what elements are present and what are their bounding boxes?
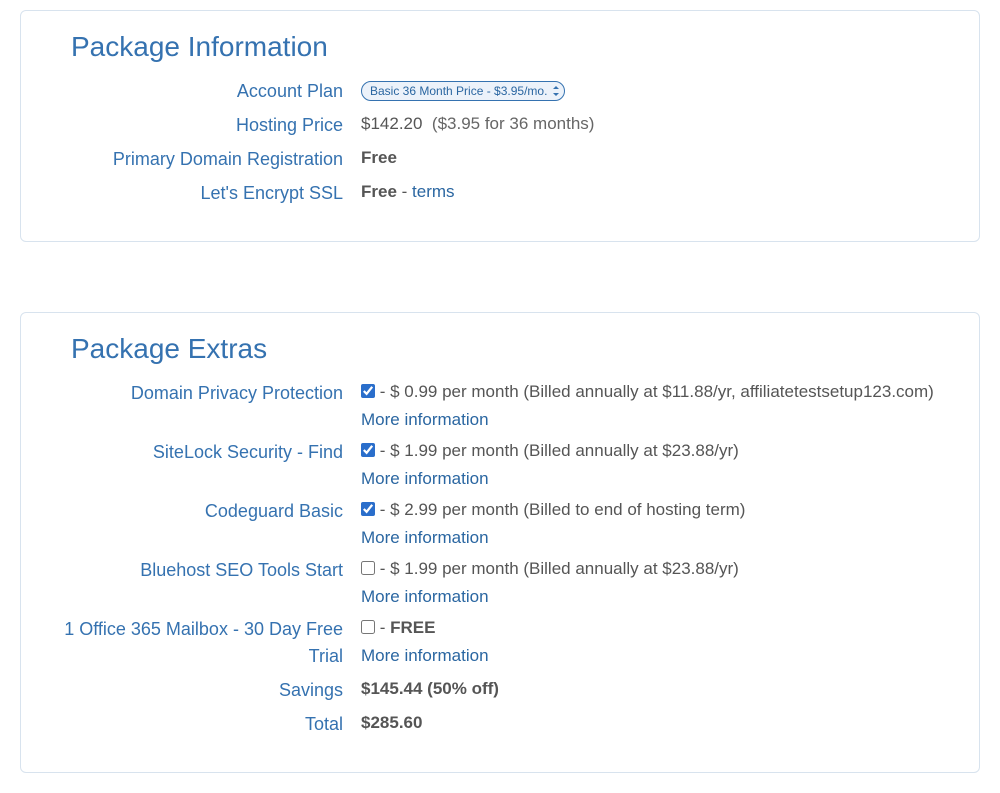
office365-checkbox[interactable] (361, 620, 375, 634)
domain-privacy-row: Domain Privacy Protection - $ 0.99 per m… (51, 379, 949, 432)
sitelock-label: SiteLock Security - Find (51, 438, 361, 466)
codeguard-checkbox[interactable] (361, 502, 375, 516)
sitelock-more-info-link[interactable]: More information (361, 466, 949, 492)
account-plan-row: Account Plan Basic 36 Month Price - $3.9… (51, 77, 949, 105)
savings-row: Savings $145.44 (50% off) (51, 676, 949, 704)
savings-value: $145.44 (50% off) (361, 679, 499, 698)
package-extras-panel: Package Extras Domain Privacy Protection… (20, 312, 980, 773)
domain-privacy-checkbox[interactable] (361, 384, 375, 398)
ssl-value: Free (361, 182, 397, 201)
hosting-price-detail: ($3.95 for 36 months) (432, 114, 595, 133)
seo-checkbox[interactable] (361, 561, 375, 575)
ssl-label: Let's Encrypt SSL (51, 179, 361, 207)
package-information-panel: Package Information Account Plan Basic 3… (20, 10, 980, 242)
office365-row: 1 Office 365 Mailbox - 30 Day Free Trial… (51, 615, 949, 670)
sitelock-checkbox[interactable] (361, 443, 375, 457)
seo-desc: - $ 1.99 per month (Billed annually at $… (380, 559, 739, 578)
ssl-terms-link[interactable]: terms (412, 182, 455, 201)
codeguard-label: Codeguard Basic (51, 497, 361, 525)
office365-free: FREE (390, 618, 435, 637)
account-plan-label: Account Plan (51, 77, 361, 105)
hosting-price-value: $142.20 (361, 114, 422, 133)
sitelock-desc: - $ 1.99 per month (Billed annually at $… (380, 441, 739, 460)
office365-dash: - (380, 618, 390, 637)
total-label: Total (51, 710, 361, 738)
ssl-sep: - (397, 182, 412, 201)
office365-more-info-link[interactable]: More information (361, 643, 949, 669)
domain-privacy-more-info-link[interactable]: More information (361, 407, 949, 433)
codeguard-row: Codeguard Basic - $ 2.99 per month (Bill… (51, 497, 949, 550)
seo-label: Bluehost SEO Tools Start (51, 556, 361, 584)
package-extras-title: Package Extras (51, 333, 949, 365)
primary-domain-label: Primary Domain Registration (51, 145, 361, 173)
hosting-price-label: Hosting Price (51, 111, 361, 139)
seo-more-info-link[interactable]: More information (361, 584, 949, 610)
package-information-title: Package Information (51, 31, 949, 63)
total-row: Total $285.60 (51, 710, 949, 738)
savings-label: Savings (51, 676, 361, 704)
account-plan-select[interactable]: Basic 36 Month Price - $3.95/mo. (361, 81, 565, 101)
ssl-row: Let's Encrypt SSL Free - terms (51, 179, 949, 207)
codeguard-desc: - $ 2.99 per month (Billed to end of hos… (380, 500, 746, 519)
sitelock-row: SiteLock Security - Find - $ 1.99 per mo… (51, 438, 949, 491)
hosting-price-row: Hosting Price $142.20 ($3.95 for 36 mont… (51, 111, 949, 139)
primary-domain-value: Free (361, 148, 397, 167)
office365-label: 1 Office 365 Mailbox - 30 Day Free Trial (51, 615, 361, 670)
primary-domain-row: Primary Domain Registration Free (51, 145, 949, 173)
domain-privacy-label: Domain Privacy Protection (51, 379, 361, 407)
codeguard-more-info-link[interactable]: More information (361, 525, 949, 551)
seo-row: Bluehost SEO Tools Start - $ 1.99 per mo… (51, 556, 949, 609)
domain-privacy-desc: - $ 0.99 per month (Billed annually at $… (380, 382, 934, 401)
total-value: $285.60 (361, 713, 422, 732)
